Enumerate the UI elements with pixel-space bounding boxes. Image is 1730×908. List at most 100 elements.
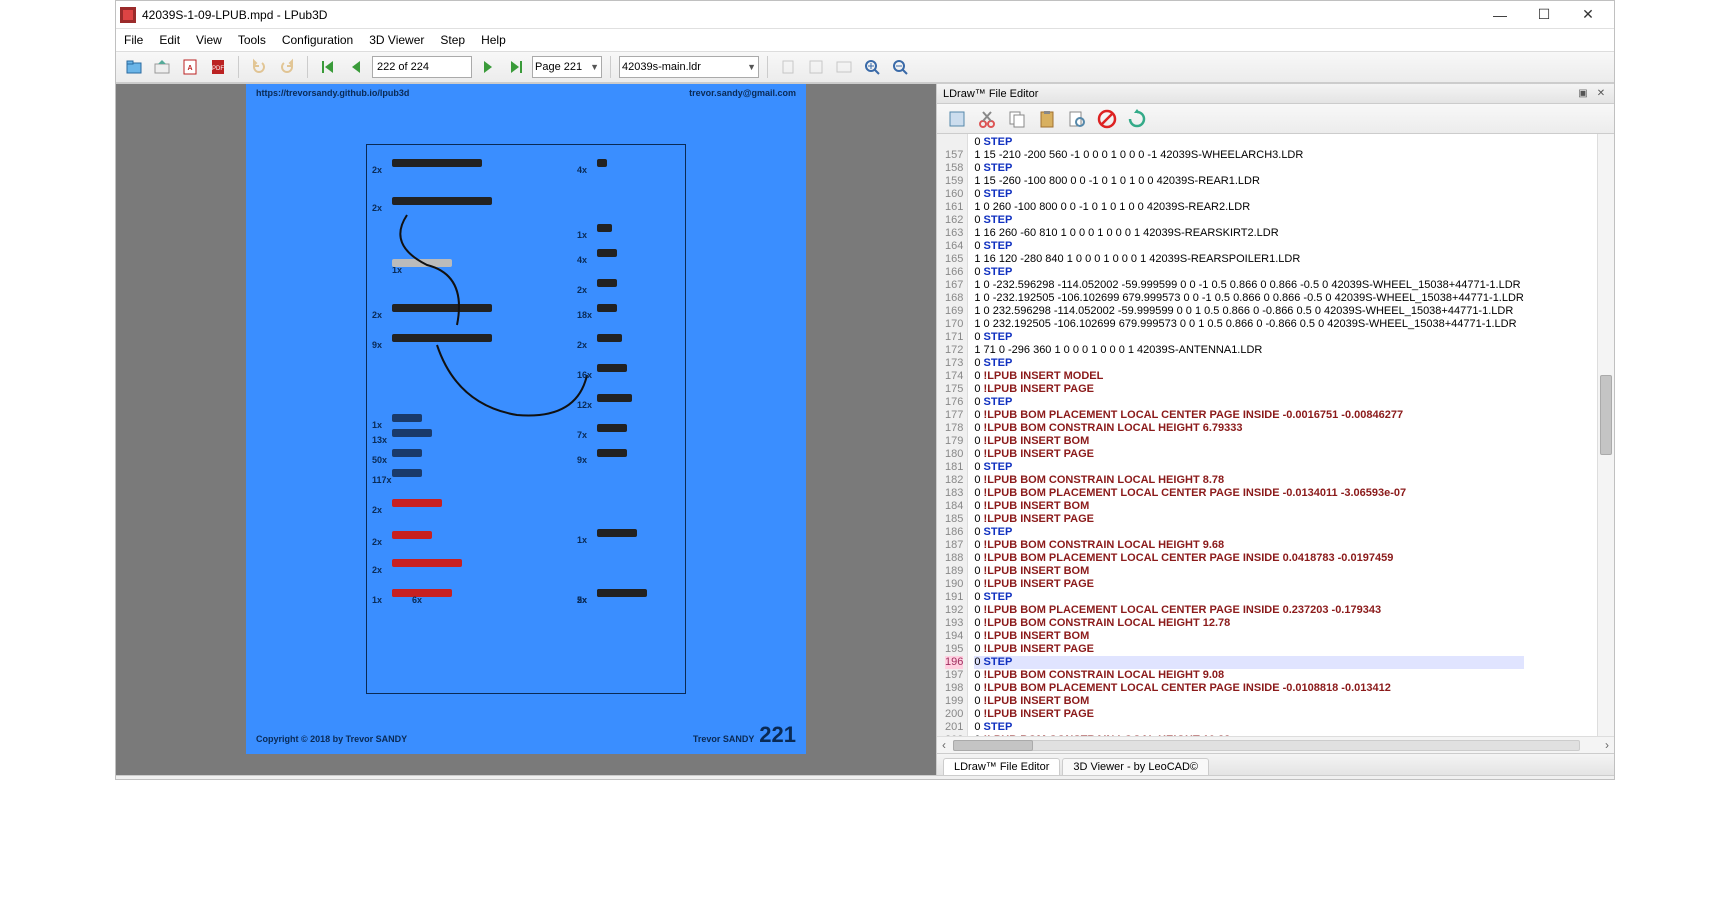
code-line[interactable]: 0 STEP [974, 526, 1524, 539]
pdf-export-button[interactable]: PDF [206, 55, 230, 79]
code-line[interactable]: 0 STEP [974, 162, 1524, 175]
window-title: 42039S-1-09-LPUB.mpd - LPub3D [142, 8, 1478, 22]
code-line[interactable]: 0 !LPUB INSERT BOM [974, 435, 1524, 448]
code-line[interactable]: 1 0 -232.596298 -114.052002 -59.999599 0… [974, 279, 1524, 292]
code-line[interactable]: 1 0 260 -100 800 0 0 -1 0 1 0 1 0 0 4203… [974, 201, 1524, 214]
code-line[interactable]: 0 !LPUB BOM PLACEMENT LOCAL CENTER PAGE … [974, 604, 1524, 617]
code-line[interactable]: 0 STEP [974, 656, 1524, 669]
editor-tab-0[interactable]: LDraw™ File Editor [943, 758, 1060, 775]
code-line[interactable]: 0 !LPUB INSERT BOM [974, 630, 1524, 643]
code-line[interactable]: 0 !LPUB INSERT BOM [974, 565, 1524, 578]
code-line[interactable]: 0 STEP [974, 461, 1524, 474]
code-line[interactable]: 0 !LPUB INSERT MODEL [974, 370, 1524, 383]
code-line[interactable]: 0 !LPUB BOM PLACEMENT LOCAL CENTER PAGE … [974, 487, 1524, 500]
menu-help[interactable]: Help [481, 33, 506, 47]
code-line[interactable]: 0 !LPUB BOM CONSTRAIN LOCAL HEIGHT 12.78 [974, 617, 1524, 630]
code-line[interactable]: 0 STEP [974, 266, 1524, 279]
menu-tools[interactable]: Tools [238, 33, 266, 47]
code-line[interactable]: 1 0 232.192505 -106.102699 679.999573 0 … [974, 318, 1524, 331]
code-line[interactable]: 0 !LPUB INSERT BOM [974, 500, 1524, 513]
code-line[interactable]: 0 !LPUB INSERT PAGE [974, 578, 1524, 591]
page-number: 221 [759, 722, 796, 747]
editor-tab-1[interactable]: 3D Viewer - by LeoCAD© [1062, 758, 1209, 775]
code-line[interactable]: 0 !LPUB BOM PLACEMENT LOCAL CENTER PAGE … [974, 682, 1524, 695]
code-line[interactable]: 1 15 -210 -200 560 -1 0 0 0 1 0 0 0 -1 4… [974, 149, 1524, 162]
code-line[interactable]: 0 !LPUB BOM CONSTRAIN LOCAL HEIGHT 9.08 [974, 669, 1524, 682]
delete-button[interactable] [1095, 107, 1119, 131]
code-line[interactable]: 1 15 -260 -100 800 0 0 -1 0 1 0 1 0 0 42… [974, 175, 1524, 188]
part-count: 2x [577, 595, 587, 605]
code-line[interactable]: 1 16 260 -60 810 1 0 0 0 1 0 0 0 1 42039… [974, 227, 1524, 240]
code-line[interactable]: 0 !LPUB BOM CONSTRAIN LOCAL HEIGHT 6.793… [974, 422, 1524, 435]
first-page-button[interactable] [316, 55, 340, 79]
code-line[interactable]: 0 STEP [974, 214, 1524, 227]
page-viewport[interactable]: https://trevorsandy.github.io/lpub3d tre… [116, 84, 936, 775]
code-line[interactable]: 0 !LPUB BOM CONSTRAIN LOCAL HEIGHT 9.68 [974, 539, 1524, 552]
code-line[interactable]: 0 !LPUB INSERT PAGE [974, 708, 1524, 721]
menu-file[interactable]: File [124, 33, 143, 47]
code-line[interactable]: 0 STEP [974, 240, 1524, 253]
pdf-button[interactable]: A [178, 55, 202, 79]
export-button[interactable] [150, 55, 174, 79]
maximize-button[interactable]: ☐ [1522, 1, 1566, 29]
code-line[interactable]: 0 !LPUB INSERT PAGE [974, 513, 1524, 526]
code-line[interactable]: 0 !LPUB INSERT BOM [974, 695, 1524, 708]
code-line[interactable]: 0 STEP [974, 591, 1524, 604]
next-page-button[interactable] [476, 55, 500, 79]
editor-vscrollbar[interactable] [1597, 134, 1614, 736]
redo-button[interactable] [275, 55, 299, 79]
editor-hscrollbar[interactable]: ‹ › [937, 736, 1614, 753]
code-line[interactable]: 0 STEP [974, 331, 1524, 344]
menu-view[interactable]: View [196, 33, 222, 47]
open-file-button[interactable] [122, 55, 146, 79]
code-line[interactable]: 0 !LPUB BOM PLACEMENT LOCAL CENTER PAGE … [974, 552, 1524, 565]
page-input[interactable] [372, 56, 472, 78]
copy-button[interactable] [1005, 107, 1029, 131]
refresh-button[interactable] [1125, 107, 1149, 131]
code-line[interactable]: 0 !LPUB INSERT PAGE [974, 448, 1524, 461]
fit-width-button[interactable] [776, 55, 800, 79]
minimize-button[interactable]: — [1478, 1, 1522, 29]
last-page-button[interactable] [504, 55, 528, 79]
code-line[interactable]: 0 !LPUB INSERT PAGE [974, 643, 1524, 656]
menu-3d-viewer[interactable]: 3D Viewer [369, 33, 424, 47]
code-line[interactable]: 0 !LPUB BOM CONSTRAIN LOCAL HEIGHT 8.78 [974, 474, 1524, 487]
cut-button[interactable] [975, 107, 999, 131]
code-line[interactable]: 1 16 120 -280 840 1 0 0 0 1 0 0 0 1 4203… [974, 253, 1524, 266]
code-line[interactable]: 0 STEP [974, 136, 1524, 149]
dock-float-button[interactable]: ▣ [1576, 87, 1590, 101]
undo-button[interactable] [247, 55, 271, 79]
content-area: https://trevorsandy.github.io/lpub3d tre… [116, 83, 1614, 775]
code-line[interactable]: 0 !LPUB INSERT PAGE [974, 383, 1524, 396]
code-line[interactable]: 0 STEP [974, 188, 1524, 201]
find-button[interactable] [1065, 107, 1089, 131]
prev-page-button[interactable] [344, 55, 368, 79]
dock-close-button[interactable]: ✕ [1594, 87, 1608, 101]
fit-page-button[interactable] [804, 55, 828, 79]
model-combo[interactable]: 42039s-main.ldr▼ [619, 56, 759, 78]
page-footer-left: Copyright © 2018 by Trevor SANDY [256, 734, 407, 744]
close-button[interactable]: ✕ [1566, 1, 1610, 29]
page-canvas[interactable]: https://trevorsandy.github.io/lpub3d tre… [246, 84, 806, 754]
code-line[interactable]: 0 !LPUB BOM PLACEMENT LOCAL CENTER PAGE … [974, 409, 1524, 422]
menu-step[interactable]: Step [440, 33, 465, 47]
zoom-in-button[interactable] [860, 55, 884, 79]
actual-size-button[interactable] [832, 55, 856, 79]
code-line[interactable]: 1 0 232.596298 -114.052002 -59.999599 0 … [974, 305, 1524, 318]
menu-edit[interactable]: Edit [159, 33, 180, 47]
code-editor[interactable]: 1571581591601611621631641651661671681691… [937, 134, 1614, 736]
code-area[interactable]: 0 STEP1 15 -210 -200 560 -1 0 0 0 1 0 0 … [968, 134, 1530, 736]
part-count: 7x [577, 430, 587, 440]
page-combo[interactable]: Page 221▼ [532, 56, 602, 78]
part-count: 2x [372, 565, 382, 575]
statusbar [116, 775, 1614, 779]
code-line[interactable]: 1 0 -232.192505 -106.102699 679.999573 0… [974, 292, 1524, 305]
select-all-button[interactable] [945, 107, 969, 131]
paste-button[interactable] [1035, 107, 1059, 131]
code-line[interactable]: 0 STEP [974, 396, 1524, 409]
zoom-out-button[interactable] [888, 55, 912, 79]
code-line[interactable]: 1 71 0 -296 360 1 0 0 0 1 0 0 0 1 42039S… [974, 344, 1524, 357]
menu-configuration[interactable]: Configuration [282, 33, 353, 47]
code-line[interactable]: 0 STEP [974, 721, 1524, 734]
code-line[interactable]: 0 STEP [974, 357, 1524, 370]
